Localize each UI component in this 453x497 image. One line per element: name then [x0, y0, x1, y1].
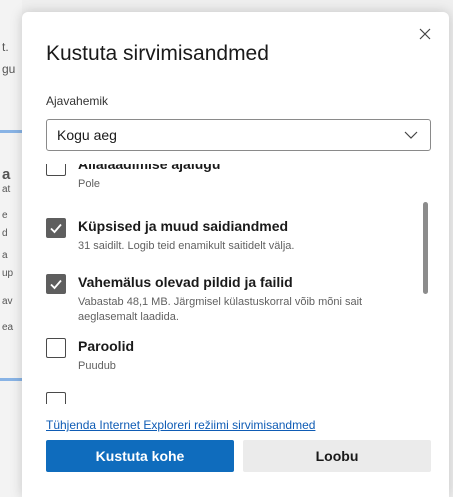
cookies-checkbox[interactable]	[46, 218, 66, 238]
dialog-title: Kustuta sirvimisandmed	[46, 42, 269, 65]
background-page-strip: t. gu a at e d a up av ea	[0, 0, 22, 497]
bg-fragment: av	[2, 296, 13, 307]
bg-fragment: t.	[2, 40, 9, 54]
bg-divider	[0, 378, 22, 381]
time-range-label: Ajavahemik	[46, 94, 109, 108]
passwords-checkbox[interactable]	[46, 338, 66, 358]
bg-fragment: gu	[2, 62, 16, 76]
bg-fragment: a	[2, 250, 8, 261]
checkmark-icon	[50, 223, 62, 234]
bg-divider	[0, 130, 22, 133]
cached-files-checkbox[interactable]	[46, 274, 66, 294]
download-history-checkbox[interactable]	[46, 164, 66, 176]
next-option-checkbox[interactable]	[46, 392, 66, 404]
clear-now-button[interactable]: Kustuta kohe	[46, 440, 234, 472]
time-range-value: Kogu aeg	[57, 127, 117, 143]
bg-fragment: at	[2, 184, 11, 195]
clear-browsing-data-dialog: Kustuta sirvimisandmed Ajavahemik Kogu a…	[22, 12, 449, 497]
bg-fragment: d	[2, 228, 8, 239]
option-label: Vahemälus olevad pildid ja failid	[78, 274, 293, 290]
list-scrollbar-thumb[interactable]	[423, 202, 428, 294]
option-description: Puudub	[78, 360, 116, 372]
bg-fragment: e	[2, 210, 8, 221]
clear-ie-mode-data-link[interactable]: Tühjenda Internet Exploreri režiimi sirv…	[46, 418, 315, 432]
option-description: 31 saidilt. Logib teid enamikult saitide…	[78, 240, 295, 252]
option-label: Paroolid	[78, 338, 135, 354]
time-range-select[interactable]: Kogu aeg	[46, 119, 431, 151]
cancel-button[interactable]: Loobu	[243, 440, 431, 472]
close-button[interactable]	[411, 20, 439, 48]
chevron-down-icon	[404, 131, 418, 139]
option-label: Küpsised ja muud saidiandmed	[78, 218, 289, 234]
option-description: Vabastab 48,1 MB. Järgmisel külastuskorr…	[78, 296, 363, 323]
bg-fragment: up	[2, 268, 14, 279]
bg-fragment: a	[2, 166, 11, 183]
data-type-list[interactable]: Allalaadimise ajalugu Pole Küpsised ja m…	[22, 164, 449, 404]
option-description: Pole	[78, 178, 101, 190]
checkmark-icon	[50, 279, 62, 290]
option-label: Allalaadimise ajalugu	[78, 164, 221, 172]
close-icon	[419, 28, 431, 40]
bg-fragment: ea	[2, 322, 14, 333]
